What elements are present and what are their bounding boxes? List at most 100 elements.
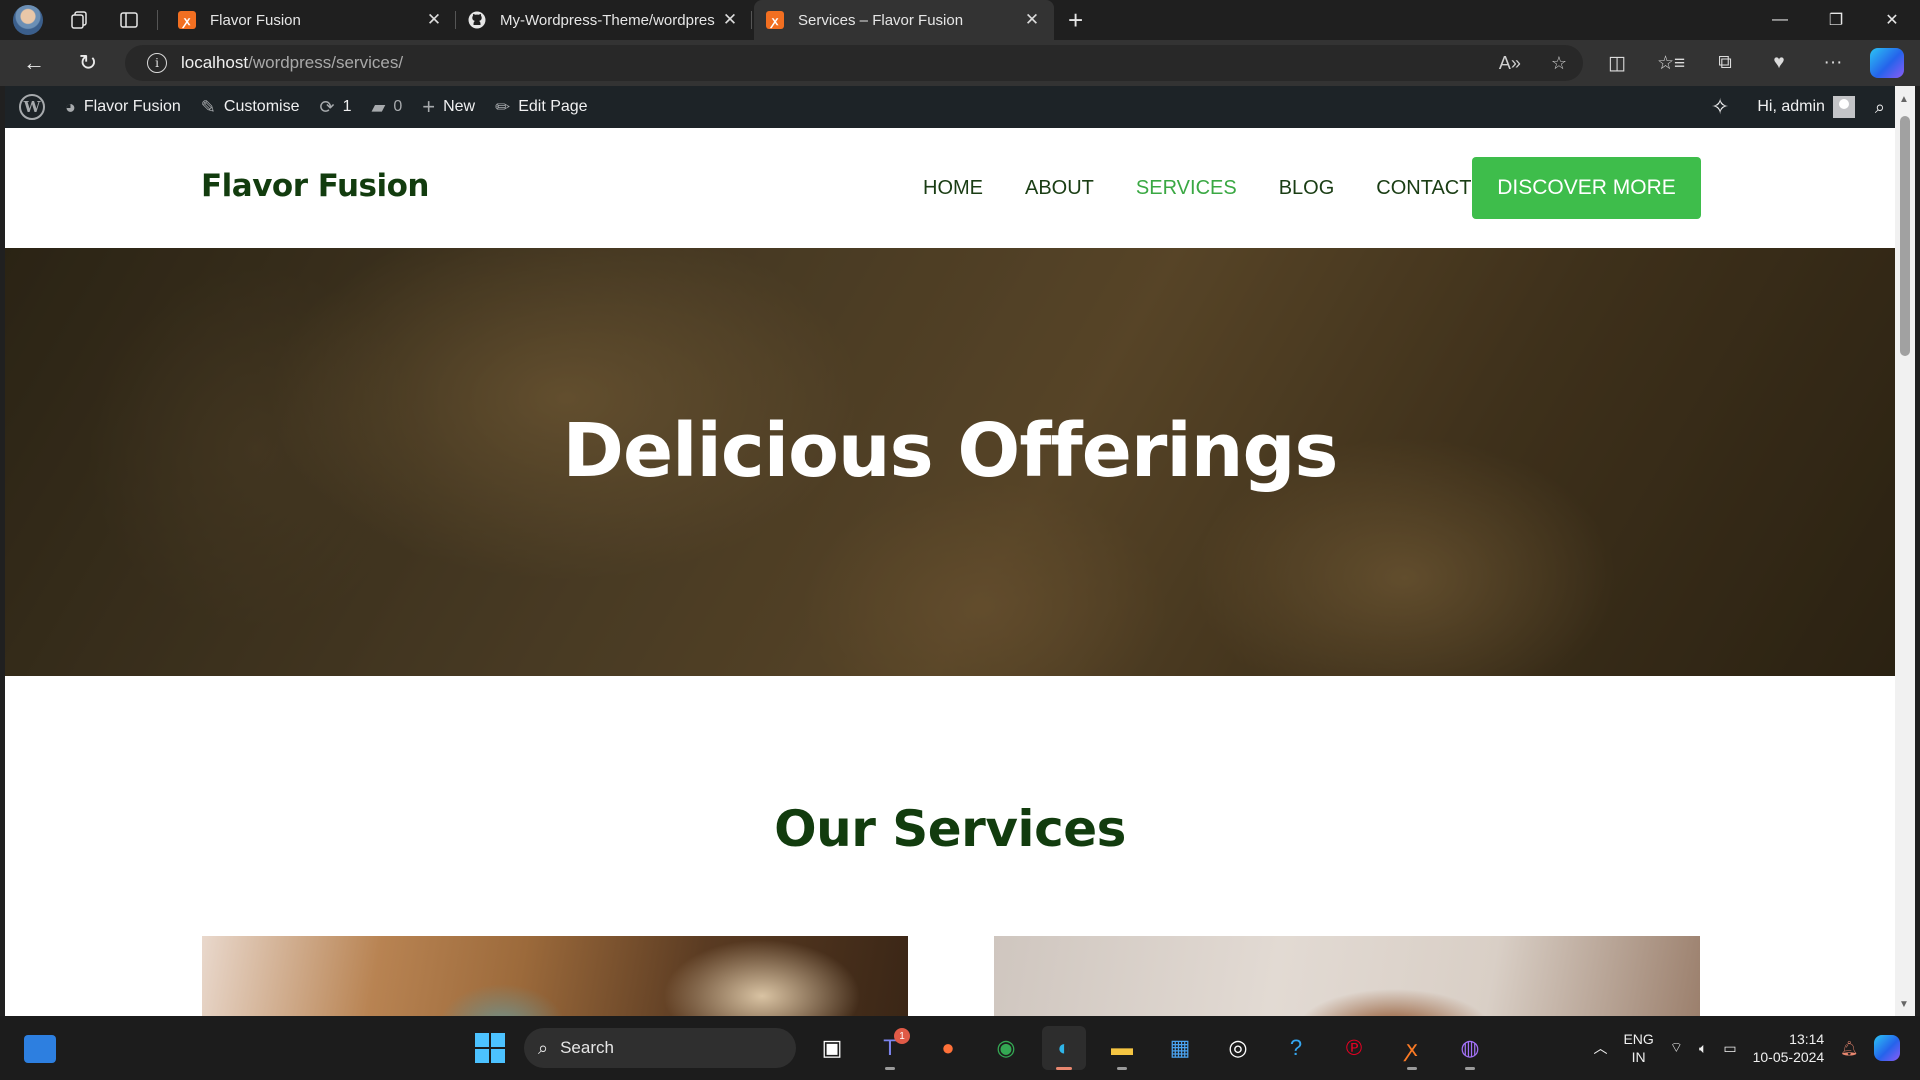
file-explorer-icon[interactable]: ▬: [1100, 1026, 1144, 1070]
microsoft-store-icon[interactable]: ▦: [1158, 1026, 1202, 1070]
tab-github[interactable]: My-Wordpress-Theme/wordpres ✕: [456, 0, 752, 40]
discover-more-button[interactable]: DISCOVER MORE: [1472, 157, 1701, 219]
favorite-star-icon[interactable]: ☆: [1551, 53, 1567, 74]
github-icon: [468, 11, 486, 29]
search-icon: ⌕: [1874, 96, 1885, 117]
admin-greeting: Hi, admin: [1757, 98, 1825, 115]
xampp-icon[interactable]: ꭗ: [1390, 1026, 1434, 1070]
collections-icon[interactable]: ⧉: [1708, 52, 1742, 74]
admin-account-menu[interactable]: Hi, admin: [1747, 86, 1865, 128]
wp-menu[interactable]: W: [5, 86, 55, 128]
service-card-image-baking: [202, 936, 908, 1016]
battery-icon[interactable]: ▭: [1723, 1040, 1736, 1057]
ai-sparkle-button[interactable]: ✧: [1701, 86, 1739, 128]
read-aloud-icon[interactable]: A»: [1499, 53, 1521, 74]
refresh-icon[interactable]: ↻: [70, 45, 106, 81]
admin-site-link[interactable]: ◕ Flavor Fusion: [55, 86, 191, 128]
notification-bell-icon[interactable]: 🔔︎: [1840, 1040, 1858, 1057]
browser-essentials-icon[interactable]: ♥: [1762, 52, 1796, 74]
paintbrush-icon: ✎: [200, 96, 216, 117]
scrollbar-thumb[interactable]: [1900, 116, 1910, 356]
scroll-down-arrow-icon[interactable]: ▼: [1899, 999, 1909, 1010]
tab-title: Services – Flavor Fusion: [798, 11, 964, 29]
url-host: localhost: [181, 53, 249, 72]
copilot-icon[interactable]: [1870, 48, 1904, 78]
volume-icon[interactable]: 🔈︎: [1699, 1040, 1707, 1057]
url-path: /wordpress/services/: [248, 53, 404, 72]
main-navigation: HOME ABOUT SERVICES BLOG CONTACT: [923, 177, 1471, 200]
hero-banner: Delicious Offerings: [5, 248, 1895, 676]
hero-title: Delicious Offerings: [562, 408, 1339, 494]
plus-icon: +: [422, 94, 436, 119]
scroll-up-arrow-icon[interactable]: ▲: [1899, 94, 1909, 105]
back-arrow-icon[interactable]: ←: [16, 45, 52, 81]
favorites-icon[interactable]: ☆≡: [1654, 52, 1688, 75]
profile-avatar[interactable]: [13, 5, 43, 35]
tab-flavor-fusion[interactable]: ꭗ Flavor Fusion ✕: [166, 0, 456, 40]
nav-about[interactable]: ABOUT: [1025, 177, 1094, 200]
comment-bubble-icon: ▰: [371, 96, 386, 117]
admin-site-name: Flavor Fusion: [83, 98, 181, 115]
wordpress-logo-icon: W: [19, 94, 45, 120]
wifi-icon[interactable]: ⌔: [1670, 1039, 1683, 1057]
close-tab-icon[interactable]: ✕: [720, 10, 740, 30]
nav-contact[interactable]: CONTACT: [1376, 177, 1471, 200]
taskbar-search-label: Search: [560, 1038, 614, 1057]
github-desktop-icon[interactable]: ◎: [1216, 1026, 1260, 1070]
widgets-icon[interactable]: [24, 1035, 56, 1063]
firefox-icon[interactable]: ●: [926, 1026, 970, 1070]
site-brand[interactable]: Flavor Fusion: [201, 168, 429, 204]
windows-taskbar: ⌕ Search ▣ T1 ● ◉ ◐ ▬ ▦ ◎ ? ℗ ꭗ ◍ ︿ ENG …: [0, 1016, 1920, 1080]
start-menu-icon[interactable]: [470, 1028, 510, 1068]
admin-new-link[interactable]: + New: [412, 86, 485, 128]
github-icon[interactable]: ◍: [1448, 1026, 1492, 1070]
pinterest-icon[interactable]: ℗: [1332, 1026, 1376, 1070]
admin-comments-link[interactable]: ▰ 0: [361, 86, 412, 128]
teams-icon[interactable]: T1: [868, 1026, 912, 1070]
address-bar[interactable]: i localhost/wordpress/services/ A» ☆: [125, 45, 1583, 81]
admin-updates-link[interactable]: ⟳ 1: [309, 86, 361, 128]
close-tab-icon[interactable]: ✕: [1022, 10, 1042, 30]
region-code: IN: [1631, 1049, 1646, 1065]
browser-toolbar: ◫ ☆≡ ⧉ ♥ ···: [1600, 40, 1904, 86]
help-icon[interactable]: ?: [1274, 1026, 1318, 1070]
admin-updates-count: 1: [342, 98, 352, 115]
wp-admin-bar: W ◕ Flavor Fusion ✎ Customise ⟳ 1 ▰ 0 + …: [5, 86, 1895, 128]
admin-search-button[interactable]: ⌕: [1865, 86, 1895, 128]
workspaces-icon[interactable]: [65, 6, 93, 34]
show-hidden-icons-icon[interactable]: ︿: [1593, 1038, 1607, 1058]
admin-customise-link[interactable]: ✎ Customise: [191, 86, 310, 128]
taskbar-search-box[interactable]: ⌕ Search: [524, 1028, 796, 1068]
language-indicator[interactable]: ENG IN: [1623, 1030, 1653, 1066]
split-screen-icon[interactable]: ◫: [1600, 52, 1634, 75]
admin-edit-page-link[interactable]: ✏ Edit Page: [485, 86, 597, 128]
more-options-icon[interactable]: ···: [1816, 52, 1850, 74]
dashboard-gauge-icon: ◕: [65, 96, 76, 117]
tab-services[interactable]: ꭗ Services – Flavor Fusion ✕: [754, 0, 1054, 40]
nav-home[interactable]: HOME: [923, 177, 983, 200]
admin-customise-label: Customise: [223, 98, 300, 115]
service-card-image-dessert: [994, 936, 1700, 1016]
new-tab-icon[interactable]: +: [1068, 5, 1083, 36]
nav-services[interactable]: SERVICES: [1136, 177, 1237, 200]
tab-title: My-Wordpress-Theme/wordpres: [500, 11, 715, 29]
pencil-icon: ✏: [495, 96, 511, 117]
clock-time: 13:14: [1789, 1031, 1825, 1047]
restore-icon[interactable]: ❐: [1808, 0, 1864, 40]
xampp-icon: ꭗ: [178, 11, 196, 29]
chrome-icon[interactable]: ◉: [984, 1026, 1028, 1070]
page-scrollbar[interactable]: ▲ ▼: [1895, 86, 1915, 1016]
task-view-icon[interactable]: ▣: [810, 1026, 854, 1070]
close-tab-icon[interactable]: ✕: [424, 10, 444, 30]
nav-blog[interactable]: BLOG: [1279, 177, 1335, 200]
minimize-icon[interactable]: —: [1752, 0, 1808, 40]
teams-badge: 1: [894, 1028, 910, 1044]
close-window-icon[interactable]: ✕: [1864, 0, 1920, 40]
admin-comments-count: 0: [393, 98, 403, 115]
vertical-tabs-icon[interactable]: [115, 6, 143, 34]
edge-icon[interactable]: ◐: [1042, 1026, 1086, 1070]
clock[interactable]: 13:14 10-05-2024: [1753, 1030, 1825, 1066]
site-info-icon[interactable]: i: [147, 53, 167, 73]
copilot-taskbar-icon[interactable]: [1874, 1035, 1900, 1061]
page-viewport: Flavor Fusion HOME ABOUT SERVICES BLOG C…: [5, 128, 1895, 1016]
